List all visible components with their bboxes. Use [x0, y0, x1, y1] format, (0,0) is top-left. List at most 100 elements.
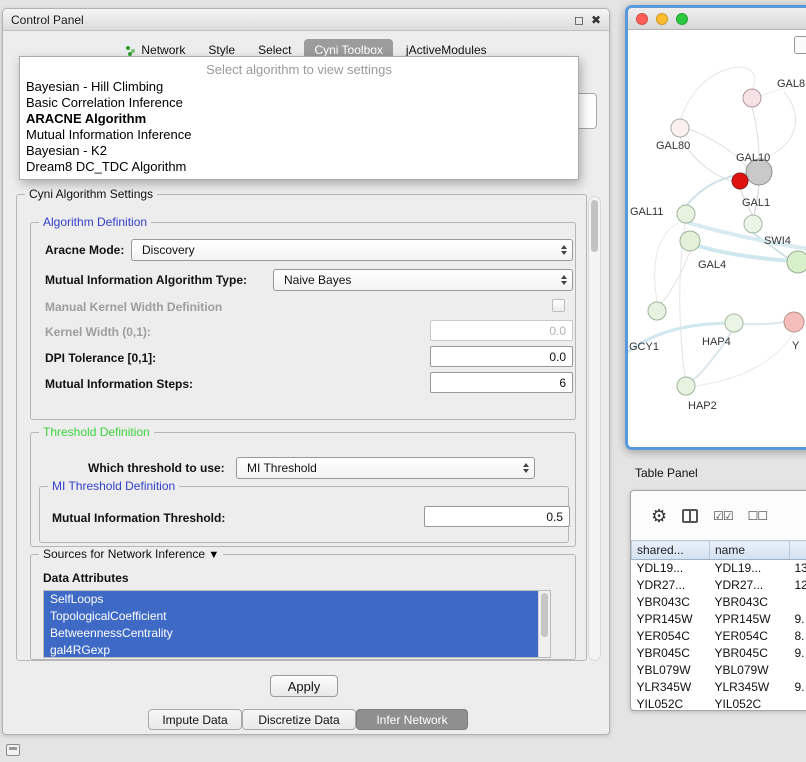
network-node-label: SWI4 — [764, 235, 791, 247]
table-cell: YBL079W — [710, 662, 790, 679]
table-cell: 12 — [790, 577, 806, 594]
list-item[interactable]: SelfLoops — [44, 591, 550, 608]
manual-kernel-checkbox[interactable] — [552, 299, 565, 312]
network-node[interactable] — [787, 251, 806, 273]
table-row[interactable]: YBR045CYBR045C9. — [632, 645, 806, 662]
columns-icon[interactable] — [682, 509, 698, 523]
mac-close-icon[interactable] — [636, 13, 648, 25]
table-cell — [790, 696, 806, 712]
list-scrollbar[interactable] — [538, 591, 550, 657]
network-node[interactable] — [648, 302, 666, 320]
settings-scrollbar[interactable] — [588, 196, 601, 661]
table-row[interactable]: YIL052CYIL052C — [632, 696, 806, 712]
table-row[interactable]: YLR345WYLR345W9. — [632, 679, 806, 696]
mi-threshold-group-title: MI Threshold Definition — [48, 479, 179, 493]
control-panel-titlebar[interactable]: Control Panel ◻ ✖ — [3, 9, 609, 31]
algorithm-definition-title: Algorithm Definition — [39, 215, 151, 229]
network-edge[interactable] — [743, 322, 785, 324]
network-node[interactable] — [680, 231, 700, 251]
table-cell: 9. — [790, 679, 806, 696]
column-header[interactable]: shared... — [632, 541, 710, 560]
network-node[interactable] — [725, 314, 743, 332]
network-edge[interactable] — [661, 251, 690, 304]
table-row[interactable]: YBL079WYBL079W — [632, 662, 806, 679]
algorithm-definition-group: Algorithm Definition Aracne Mode: Discov… — [30, 222, 576, 420]
table-row[interactable]: YDL19...YDL19...13 — [632, 560, 806, 577]
settings-scrollbar-thumb[interactable] — [591, 200, 598, 252]
table-cell: YER054C — [710, 628, 790, 645]
mi-steps-field[interactable] — [430, 372, 573, 393]
bottom-tab-impute-data[interactable]: Impute Data — [148, 709, 242, 730]
table-cell: YPR145W — [632, 611, 710, 628]
which-threshold-select[interactable]: MI Threshold — [236, 457, 535, 479]
panel-restore-icon[interactable] — [6, 744, 20, 756]
select-all-icon[interactable]: ☑☑ — [713, 509, 733, 523]
network-node[interactable] — [784, 312, 804, 332]
network-node[interactable] — [744, 215, 762, 233]
table-row[interactable]: YBR043CYBR043C — [632, 594, 806, 611]
mac-zoom-icon[interactable] — [676, 13, 688, 25]
table-row[interactable]: YDR27...YDR27...12 — [632, 577, 806, 594]
node-table: shared...name YDL19...YDL19...13YDR27...… — [631, 540, 806, 711]
algorithm-popup: Select algorithm to view settings Bayesi… — [19, 56, 579, 180]
table-cell: YDL19... — [632, 560, 710, 577]
kernel-width-field[interactable] — [430, 320, 573, 341]
algorithm-option[interactable]: Dream8 DC_TDC Algorithm — [20, 159, 578, 175]
sources-group-title[interactable]: Sources for Network Inference ▼ — [39, 547, 223, 561]
algorithm-option[interactable]: ARACNE Algorithm — [20, 111, 578, 127]
list-scrollbar-thumb[interactable] — [541, 593, 548, 637]
collapse-down-arrow-icon[interactable]: ▼ — [208, 549, 219, 561]
network-edge[interactable] — [655, 223, 678, 302]
table-cell: YBL079W — [632, 662, 710, 679]
gear-icon[interactable]: ⚙ — [651, 507, 667, 525]
list-item[interactable]: gal4RGexp — [44, 642, 550, 658]
table-row[interactable]: YER054CYER054C8. — [632, 628, 806, 645]
chevron-updown-icon — [561, 245, 567, 255]
float-window-icon[interactable]: ◻ — [574, 14, 584, 26]
network-view-window: GAL8GAL80GAL10GAL11GAL1SWI4GAL4GCY1HAP4H… — [625, 5, 806, 450]
network-canvas[interactable]: GAL8GAL80GAL10GAL11GAL1SWI4GAL4GCY1HAP4H… — [628, 30, 806, 447]
aracne-mode-select[interactable]: Discovery — [131, 239, 573, 261]
data-attributes-list[interactable]: SelfLoopsTopologicalCoefficientBetweenne… — [43, 590, 551, 658]
control-panel-title: Control Panel — [11, 13, 84, 27]
network-node-label: GAL1 — [742, 197, 770, 209]
apply-button[interactable]: Apply — [270, 675, 338, 697]
table-cell: YDR27... — [710, 577, 790, 594]
table-cell: YDR27... — [632, 577, 710, 594]
data-attributes-label: Data Attributes — [43, 571, 129, 585]
table-row[interactable]: YPR145WYPR145W9. — [632, 611, 806, 628]
dpi-tolerance-field[interactable] — [430, 346, 573, 367]
network-node[interactable] — [732, 173, 748, 189]
network-node-label: GAL4 — [698, 259, 726, 271]
mac-minimize-icon[interactable] — [656, 13, 668, 25]
network-tool-button[interactable] — [794, 36, 806, 54]
mi-type-select[interactable]: Naive Bayes — [273, 269, 573, 291]
network-window-titlebar[interactable] — [628, 8, 806, 30]
network-node[interactable] — [677, 205, 695, 223]
network-node[interactable] — [671, 119, 689, 137]
column-header[interactable] — [790, 541, 806, 560]
network-node[interactable] — [743, 89, 761, 107]
network-node[interactable] — [677, 377, 695, 395]
table-body: YDL19...YDL19...13YDR27...YDR27...12YBR0… — [632, 560, 806, 712]
close-window-icon[interactable]: ✖ — [591, 14, 601, 26]
mi-threshold-field[interactable] — [424, 506, 570, 527]
list-item[interactable]: BetweennessCentrality — [44, 625, 550, 642]
algorithm-option[interactable]: Bayesian - Hill Climbing — [20, 79, 578, 95]
network-node-label: HAP2 — [688, 400, 717, 412]
network-edge[interactable] — [759, 92, 796, 160]
algorithm-option[interactable]: Basic Correlation Inference — [20, 95, 578, 111]
list-item[interactable]: TopologicalCoefficient — [44, 608, 550, 625]
network-node-label: Y — [792, 340, 800, 352]
algorithm-option[interactable]: Mutual Information Inference — [20, 127, 578, 143]
network-node-label: GAL10 — [736, 152, 770, 164]
bottom-tab-infer-network[interactable]: Infer Network — [356, 709, 468, 730]
column-header[interactable]: name — [710, 541, 790, 560]
table-cell: YPR145W — [710, 611, 790, 628]
algorithm-popup-options: Bayesian - Hill ClimbingBasic Correlatio… — [20, 79, 578, 175]
threshold-definition-group: Threshold Definition Which threshold to … — [30, 432, 576, 547]
bottom-tab-bar: Impute DataDiscretize DataInfer Network — [3, 709, 609, 730]
deselect-all-icon[interactable]: ☐☐ — [748, 509, 768, 523]
bottom-tab-discretize-data[interactable]: Discretize Data — [242, 709, 356, 730]
algorithm-option[interactable]: Bayesian - K2 — [20, 143, 578, 159]
